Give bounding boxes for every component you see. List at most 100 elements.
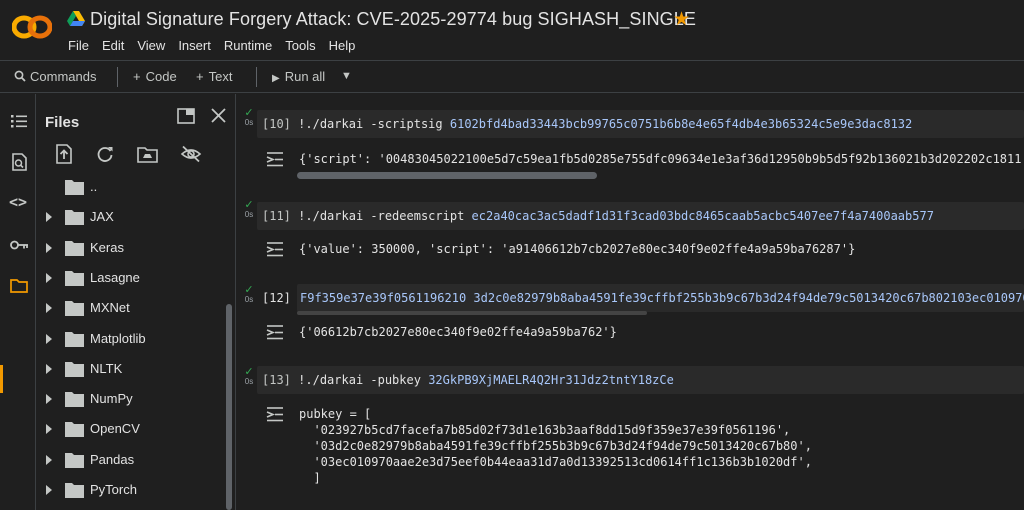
search-icon <box>14 70 26 82</box>
checkmark-icon: ✓ <box>244 284 254 296</box>
files-panel: Files .. JAX Keras Lasagne MXNet Matplotlib NL… <box>36 94 236 510</box>
chevron-right-icon[interactable] <box>45 454 53 466</box>
cell-output-line: ] <box>299 471 321 485</box>
code-snippets-icon[interactable]: <> <box>9 193 29 213</box>
file-tree-item[interactable]: PyTorch <box>36 479 226 503</box>
chevron-right-icon[interactable] <box>45 484 53 496</box>
editor-scrollbar[interactable] <box>297 311 647 315</box>
file-tree-item[interactable]: NLTK <box>36 358 226 382</box>
file-tree-item[interactable]: Matplotlib <box>36 328 226 352</box>
google-drive-icon[interactable] <box>67 10 85 28</box>
code-editor[interactable]: [10] !./darkai -scriptsig 6102bfd4bad334… <box>257 110 1024 138</box>
chevron-right-icon[interactable] <box>45 423 53 435</box>
output-actions-icon[interactable] <box>265 324 285 340</box>
file-tree-item[interactable]: OpenCV <box>36 418 226 442</box>
run-all-button[interactable]: ▶ Run all <box>272 69 325 84</box>
open-in-tab-icon[interactable] <box>177 108 195 124</box>
chevron-right-icon[interactable] <box>45 242 53 254</box>
code-editor[interactable]: [11] !./darkai -redeemscript ec2a40cac3a… <box>257 202 1024 230</box>
refresh-icon[interactable] <box>96 145 114 163</box>
cell-output: {'script': '00483045022100e5d7c59ea1fb5d… <box>299 152 1022 166</box>
output-actions-icon[interactable] <box>265 406 285 422</box>
menu-file[interactable]: File <box>68 38 89 53</box>
folder-icon <box>65 483 84 498</box>
add-text-label: Text <box>208 69 233 84</box>
folder-icon <box>65 301 84 316</box>
cell-prompt: [10] <box>262 117 291 131</box>
menu-runtime[interactable]: Runtime <box>224 38 272 53</box>
menu-bar: File Edit View Insert Runtime Tools Help <box>68 38 368 53</box>
folder-icon <box>65 180 84 195</box>
file-tree-label: .. <box>90 179 98 194</box>
chevron-right-icon[interactable] <box>45 302 53 314</box>
file-tree-item[interactable]: MXNet <box>36 297 226 321</box>
menu-edit[interactable]: Edit <box>102 38 124 53</box>
output-actions-icon[interactable] <box>265 241 285 257</box>
key-icon[interactable] <box>9 235 29 255</box>
cell-status: ✓ 0s <box>242 200 256 220</box>
menu-view[interactable]: View <box>137 38 165 53</box>
upload-icon[interactable] <box>55 144 73 164</box>
file-tree-item[interactable]: Keras <box>36 237 226 261</box>
chevron-right-icon[interactable] <box>45 333 53 345</box>
cell-argument: 6102bfd4bad33443bcb99765c0751b6b8e4e65f4… <box>449 117 913 131</box>
add-text-button[interactable]: + Text <box>196 69 232 84</box>
file-tree-label: Keras <box>90 240 124 255</box>
mount-drive-icon[interactable] <box>137 146 158 163</box>
output-scrollbar[interactable] <box>297 172 597 179</box>
files-title: Files <box>45 114 80 131</box>
cell-prompt: [13] <box>262 373 291 387</box>
menu-help[interactable]: Help <box>329 38 356 53</box>
file-tree-label: Matplotlib <box>90 331 146 346</box>
file-tree-item[interactable]: Pandas <box>36 449 226 473</box>
folder-icon <box>65 362 84 377</box>
close-icon[interactable] <box>211 108 226 123</box>
play-icon: ▶ <box>272 73 280 84</box>
file-tree-item[interactable]: JAX <box>36 206 226 230</box>
find-replace-icon[interactable] <box>9 152 29 172</box>
plus-icon: + <box>196 69 204 84</box>
table-of-contents-icon[interactable] <box>9 111 29 131</box>
menu-insert[interactable]: Insert <box>178 38 211 53</box>
cell-status: ✓ 0s <box>242 285 256 305</box>
left-rail: <> <box>0 94 36 510</box>
cell-exec-time: 0s <box>244 210 254 219</box>
chevron-right-icon[interactable] <box>45 363 53 375</box>
file-tree-item[interactable]: NumPy <box>36 388 226 412</box>
files-scrollbar[interactable] <box>226 304 232 510</box>
file-tree-label: NumPy <box>90 391 133 406</box>
chevron-right-icon[interactable] <box>45 393 53 405</box>
code-editor[interactable]: [13] !./darkai -pubkey 32GkPB9XjMAELR4Q2… <box>257 366 1024 394</box>
file-tree-label: Pandas <box>90 452 135 467</box>
cell-output: {'value': 350000, 'script': 'a91406612b7… <box>299 242 856 256</box>
file-tree-label: Lasagne <box>90 270 140 285</box>
run-all-label: Run all <box>284 69 326 84</box>
add-code-label: Code <box>145 69 177 84</box>
checkmark-icon: ✓ <box>244 366 254 378</box>
folder-icon <box>65 453 84 468</box>
add-code-button[interactable]: + Code <box>133 69 177 84</box>
toolbar-divider <box>117 67 118 87</box>
hide-files-icon[interactable] <box>180 145 202 163</box>
run-all-dropdown-icon[interactable]: ▼ <box>341 70 352 82</box>
notebook-title[interactable]: Digital Signature Forgery Attack: CVE-20… <box>90 9 696 30</box>
folder-icon[interactable] <box>9 276 29 296</box>
folder-icon <box>65 271 84 286</box>
cell-argument: 32GkPB9XjMAELR4Q2Hr31Jdz2tntY18zCe <box>428 373 674 387</box>
star-icon[interactable]: ★ <box>673 8 690 31</box>
colab-logo[interactable] <box>12 13 52 41</box>
cell-output-line: '023927b5cd7facefa7b85d02f73d1e163b3aaf8… <box>299 423 791 437</box>
file-tree-item[interactable]: Lasagne <box>36 267 226 291</box>
cell-exec-time: 0s <box>244 377 254 386</box>
commands-button[interactable]: Commands <box>14 69 96 84</box>
menu-tools[interactable]: Tools <box>285 38 315 53</box>
chevron-right-icon[interactable] <box>45 211 53 223</box>
notebook-area: ✓ 0s [10] !./darkai -scriptsig 6102bfd4b… <box>237 94 1024 510</box>
file-tree-item[interactable]: .. <box>36 176 226 200</box>
cell-output: {'06612b7cb2027e80ec340f9e02ffe4a9a59ba7… <box>299 325 617 339</box>
output-actions-icon[interactable] <box>265 151 285 167</box>
plus-icon: + <box>133 69 141 84</box>
code-editor[interactable]: F9f359e37e39f0561196210 3d2c0e82979b8aba… <box>297 284 1024 312</box>
chevron-right-icon[interactable] <box>45 272 53 284</box>
cell-output-line: '03ec010970aae2e3d75eef0b44eaa31d7a0d133… <box>299 455 812 469</box>
